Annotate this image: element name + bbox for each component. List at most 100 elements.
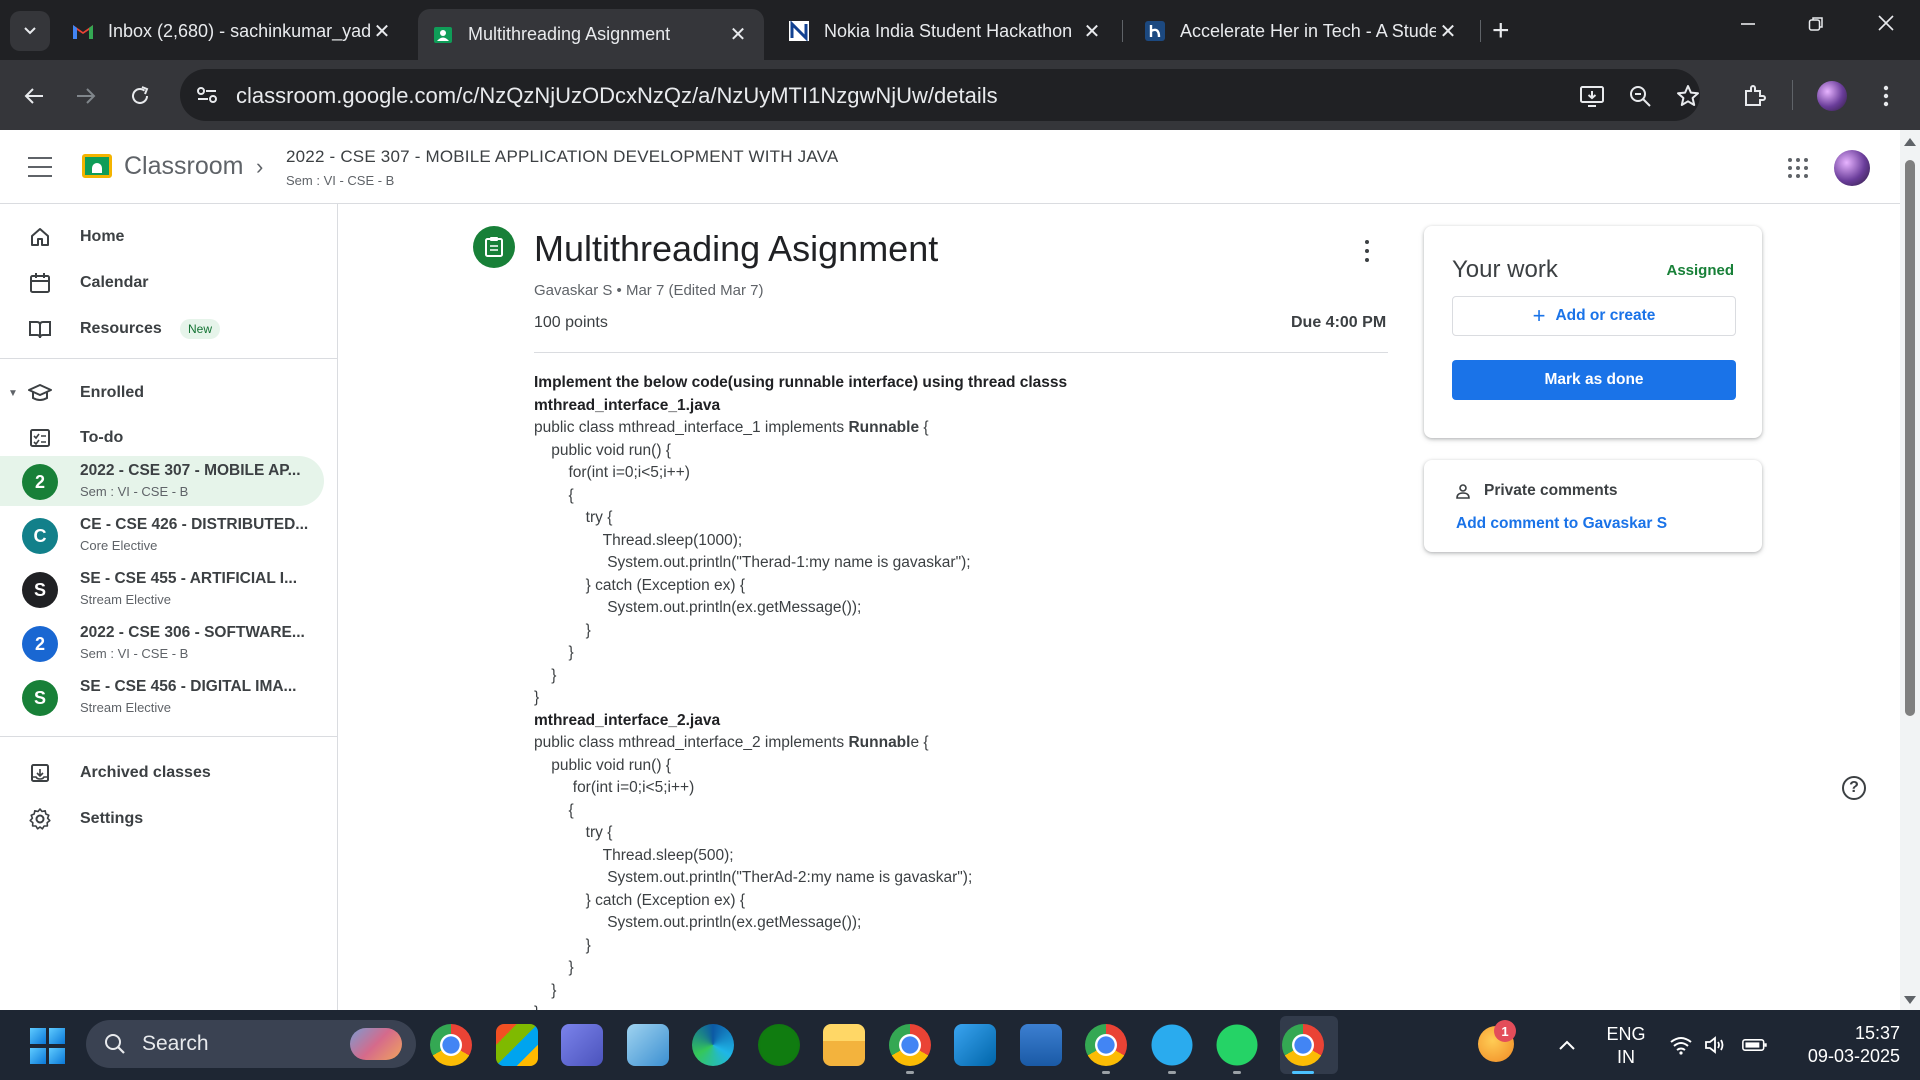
- volume-icon[interactable]: [1702, 1032, 1728, 1058]
- wifi-icon[interactable]: [1668, 1032, 1694, 1058]
- classroom-logo[interactable]: [82, 154, 112, 178]
- whatsapp-icon[interactable]: [1216, 1024, 1258, 1066]
- chrome-icon[interactable]: [430, 1024, 472, 1066]
- sidebar-class-item[interactable]: S SE - CSE 456 - DIGITAL IMA... Stream Ele…: [0, 672, 324, 722]
- plus-icon: +: [1532, 303, 1546, 328]
- zoom-icon[interactable]: [1626, 82, 1654, 110]
- instruction-line: }: [534, 959, 574, 976]
- assignment-main: Multithreading Asignment Gavaskar S • Ma…: [338, 204, 1900, 1010]
- private-comments-card: Private comments Add comment to Gavaskar…: [1424, 460, 1762, 552]
- clock-time: 15:37: [1854, 1023, 1900, 1043]
- tab-search-button[interactable]: [10, 11, 50, 51]
- sidebar-class-item[interactable]: C CE - CSE 426 - DISTRIBUTED... Core Elect…: [0, 510, 324, 560]
- class-avatar: C: [22, 518, 58, 554]
- assignment-icon: [473, 226, 515, 268]
- taskbar-search-label: Search: [142, 1032, 209, 1055]
- sidebar-item-todo[interactable]: To-do: [0, 415, 324, 461]
- instruction-line: System.out.println("TherAd-2:my name is …: [534, 869, 973, 886]
- restore-button[interactable]: [1796, 12, 1836, 38]
- telegram-icon[interactable]: [1151, 1024, 1193, 1066]
- tab-close-icon[interactable]: ✕: [1436, 19, 1460, 44]
- sidebar-item-calendar[interactable]: Calendar: [0, 260, 324, 306]
- reload-button[interactable]: [122, 78, 158, 114]
- new-tab-button[interactable]: +: [1492, 14, 1510, 48]
- browser-tabstrip: Inbox (2,680) - sachinkumar_yadav ✕ Mult…: [0, 0, 1920, 60]
- store-icon[interactable]: [496, 1024, 538, 1066]
- sidebar-item-settings[interactable]: Settings: [0, 796, 324, 842]
- chevron-up-icon[interactable]: [1554, 1032, 1580, 1058]
- minimize-button[interactable]: [1728, 12, 1768, 38]
- tab-classroom[interactable]: Multithreading Asignment ✕: [418, 9, 764, 60]
- page-scrollbar[interactable]: [1900, 130, 1920, 1010]
- file-explorer-icon[interactable]: [823, 1024, 865, 1066]
- breadcrumb-course-title[interactable]: 2022 - CSE 307 - MOBILE APPLICATION DEVE…: [286, 147, 838, 167]
- breadcrumb-course-subtitle: Sem : VI - CSE - B: [286, 173, 395, 188]
- instruction-line: Implement the below code(using runnable …: [534, 374, 1068, 391]
- sidebar-item-label: To-do: [80, 429, 124, 446]
- tab-close-icon[interactable]: ✕: [1080, 19, 1104, 44]
- instruction-line: }: [534, 936, 591, 954]
- tab-nokia[interactable]: Nokia India Student Hackathon ✕: [774, 9, 1118, 53]
- more-options-icon[interactable]: [1364, 240, 1370, 262]
- scroll-up-arrow-icon[interactable]: [1904, 138, 1916, 146]
- chrome-menu-button[interactable]: [1868, 78, 1904, 114]
- tab-gmail[interactable]: Inbox (2,680) - sachinkumar_yadav ✕: [58, 9, 408, 53]
- sidebar-item-archived[interactable]: Archived classes: [0, 750, 324, 796]
- battery-icon[interactable]: [1742, 1032, 1768, 1058]
- help-icon[interactable]: ?: [1842, 776, 1866, 800]
- instruction-line: public class mthread_interface_2 impleme…: [534, 732, 1394, 755]
- tab-unstop[interactable]: Accelerate Her in Tech - A Student ✕: [1130, 9, 1474, 53]
- bookmark-star-icon[interactable]: [1674, 82, 1702, 110]
- mark-as-done-button[interactable]: Mark as done: [1452, 360, 1736, 400]
- sidebar-item-resources[interactable]: Resources New: [0, 306, 324, 352]
- system-clock[interactable]: 15:37 09-03-2025: [1790, 1022, 1900, 1068]
- site-info-icon[interactable]: [194, 82, 220, 108]
- xbox-icon[interactable]: [758, 1024, 800, 1066]
- account-avatar[interactable]: [1834, 150, 1870, 186]
- url-text: classroom.google.com/c/NzQzNjUzODcxNzQz/…: [236, 83, 998, 108]
- class-avatar: 2: [22, 464, 58, 500]
- vscode-icon[interactable]: [954, 1024, 996, 1066]
- input-language[interactable]: ENG IN: [1600, 1023, 1652, 1069]
- assignment-due: Due 4:00 PM: [1291, 314, 1387, 331]
- clock-date: 09-03-2025: [1807, 1046, 1900, 1066]
- teams-icon[interactable]: [561, 1024, 603, 1066]
- address-bar[interactable]: classroom.google.com/c/NzQzNjUzODcxNzQz/…: [180, 69, 1700, 121]
- sidebar-class-item[interactable]: 2 2022 - CSE 307 - MOBILE AP... Sem : VI -…: [0, 456, 324, 506]
- sidebar-class-item[interactable]: 2 2022 - CSE 306 - SOFTWARE... Sem : VI - …: [0, 618, 324, 668]
- photos-icon[interactable]: [627, 1024, 669, 1066]
- main-menu-icon[interactable]: [28, 157, 52, 177]
- install-app-icon[interactable]: [1578, 82, 1606, 110]
- tab-close-icon[interactable]: ✕: [726, 22, 750, 47]
- instruction-line: }: [534, 689, 540, 706]
- edge-icon[interactable]: [692, 1024, 734, 1066]
- sidebar-class-item[interactable]: S SE - CSE 455 - ARTIFICIAL I... Stream El…: [0, 564, 324, 614]
- chrome-active-icon[interactable]: [1282, 1024, 1324, 1066]
- class-name: SE - CSE 455 - ARTIFICIAL I...: [80, 570, 298, 587]
- sidebar-item-label: Resources: [80, 320, 162, 337]
- add-or-create-button[interactable]: + Add or create: [1452, 296, 1736, 336]
- code-keyword: Runnabl: [848, 734, 911, 751]
- sidebar-item-home[interactable]: Home: [0, 214, 324, 260]
- tab-close-icon[interactable]: ✕: [370, 19, 394, 44]
- extensions-button[interactable]: [1736, 78, 1772, 114]
- chrome-profile-icon[interactable]: [889, 1024, 931, 1066]
- forward-button[interactable]: [68, 78, 104, 114]
- scroll-thumb[interactable]: [1905, 160, 1915, 716]
- add-comment-link[interactable]: Add comment to Gavaskar S: [1456, 515, 1667, 533]
- profile-button[interactable]: [1814, 78, 1850, 114]
- instruction-line: public void run() {: [534, 441, 671, 459]
- windows-start-icon[interactable]: [30, 1028, 66, 1064]
- instruction-line: }: [534, 666, 557, 684]
- taskbar-search[interactable]: Search: [86, 1020, 416, 1068]
- scroll-down-arrow-icon[interactable]: [1904, 996, 1916, 1004]
- chrome-alt-profile-icon[interactable]: [1085, 1024, 1127, 1066]
- google-apps-icon[interactable]: [1788, 158, 1808, 178]
- close-window-button[interactable]: [1866, 12, 1906, 38]
- sidebar-item-enrolled[interactable]: ▼ Enrolled: [0, 370, 324, 416]
- gear-icon: [28, 807, 52, 831]
- app-name[interactable]: Classroom: [124, 152, 243, 181]
- keyboard-app-icon[interactable]: [1020, 1024, 1062, 1066]
- back-button[interactable]: [16, 78, 52, 114]
- arrow-right-icon: [77, 88, 96, 104]
